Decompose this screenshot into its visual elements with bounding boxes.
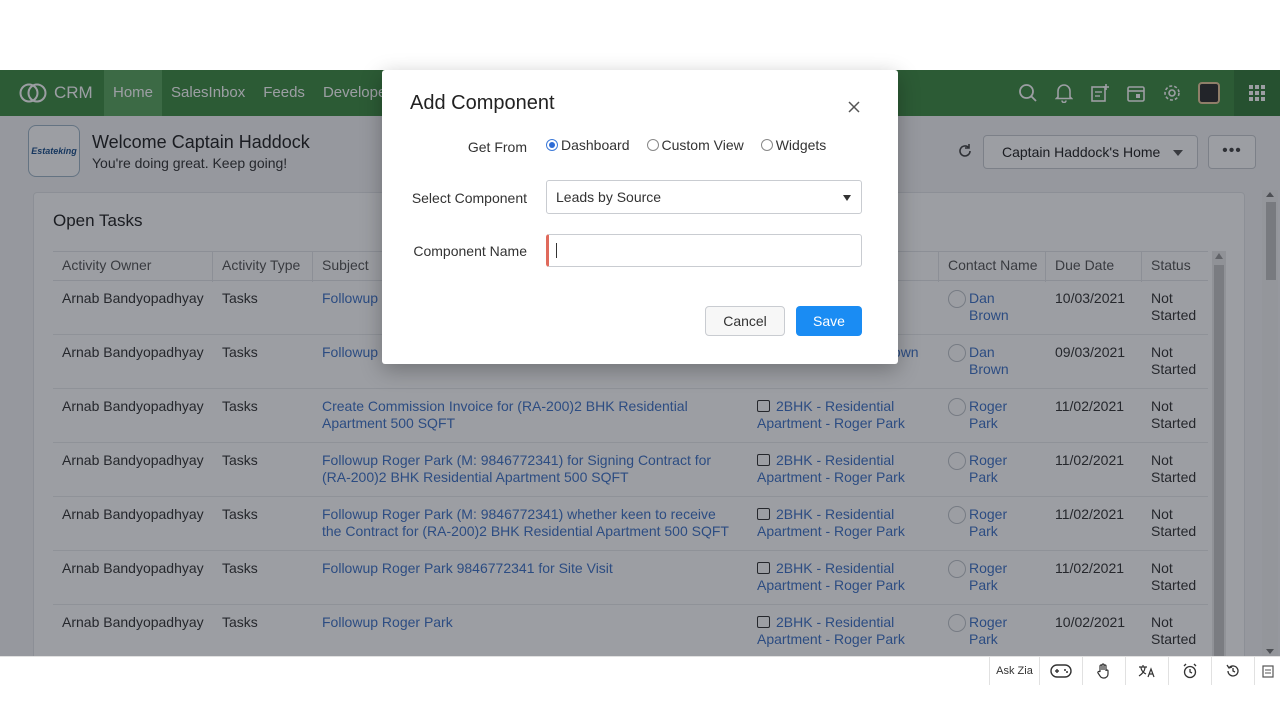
text-cursor: [556, 243, 557, 258]
radio-dashboard[interactable]: Dashboard: [546, 137, 630, 153]
dialog-title: Add Component: [410, 92, 555, 114]
get-from-label: Get From: [467, 139, 527, 155]
radio-button[interactable]: [546, 139, 558, 151]
component-name-input[interactable]: [546, 234, 862, 267]
radio-label: Dashboard: [561, 137, 630, 153]
hand-icon[interactable]: [1082, 657, 1125, 685]
bottom-toolbar: Ask Zia: [0, 656, 1280, 685]
radio-button[interactable]: [760, 139, 773, 151]
component-name-label: Component Name: [413, 243, 527, 259]
cancel-button[interactable]: Cancel: [705, 306, 785, 336]
notes-icon[interactable]: [1254, 657, 1280, 685]
close-icon[interactable]: [844, 97, 864, 117]
radio-label: Custom View: [661, 137, 744, 153]
ask-zia-button[interactable]: Ask Zia: [989, 657, 1039, 685]
radio-widgets[interactable]: Widgets: [760, 137, 827, 153]
add-component-dialog: Add Component Get From Dashboard Custom …: [382, 70, 898, 364]
radio-custom-view[interactable]: Custom View: [646, 137, 744, 153]
translate-icon[interactable]: [1125, 657, 1168, 685]
radio-label: Widgets: [775, 137, 827, 153]
save-button[interactable]: Save: [796, 306, 862, 336]
select-component-label: Select Component: [411, 190, 527, 206]
alarm-icon[interactable]: [1168, 657, 1211, 685]
radio-button[interactable]: [646, 139, 659, 151]
get-from-radio-group: Dashboard Custom View Widgets: [546, 137, 843, 153]
history-icon[interactable]: [1211, 657, 1254, 685]
select-component-dropdown[interactable]: Leads by Source: [546, 180, 862, 214]
select-component-value: Leads by Source: [556, 189, 662, 205]
chevron-down-icon: [843, 195, 851, 201]
gamepad-icon[interactable]: [1039, 657, 1082, 685]
